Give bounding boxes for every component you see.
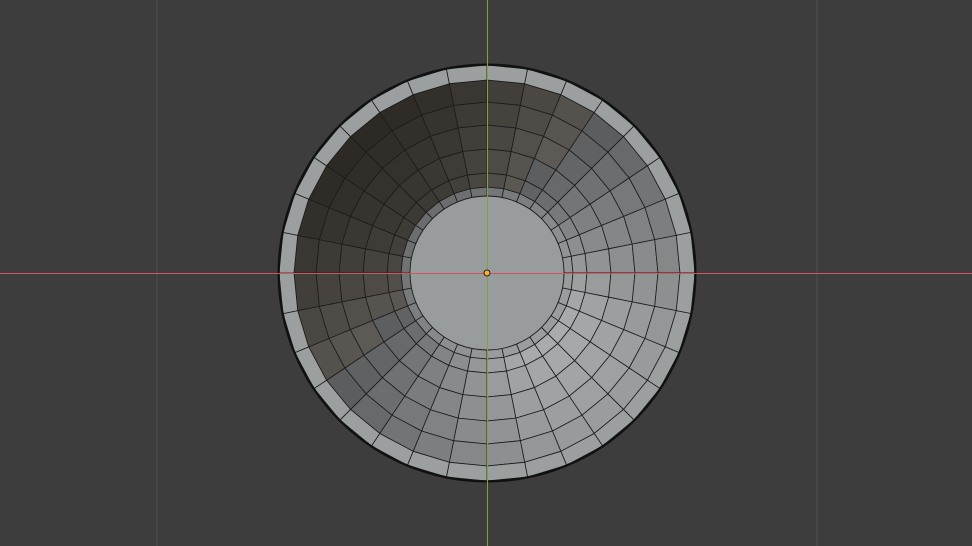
mesh-face[interactable] (467, 356, 488, 374)
viewport-canvas[interactable] (0, 0, 972, 546)
mesh-face[interactable] (462, 148, 488, 176)
mesh-face[interactable] (448, 440, 488, 467)
mesh-face[interactable] (608, 272, 636, 303)
mesh-face[interactable] (315, 239, 343, 274)
mesh-face[interactable] (570, 253, 588, 274)
mesh-face[interactable] (608, 243, 636, 274)
mesh-face[interactable] (654, 272, 681, 312)
mesh-face[interactable] (315, 272, 343, 307)
mesh-face[interactable] (448, 79, 488, 106)
mesh-face[interactable] (486, 356, 507, 374)
mesh-face[interactable] (467, 172, 488, 190)
3d-viewport[interactable] (0, 0, 972, 546)
mesh-face[interactable] (386, 272, 404, 293)
mesh-face[interactable] (293, 234, 320, 274)
mesh-face[interactable] (338, 272, 366, 303)
mesh-face[interactable] (486, 172, 507, 190)
mesh-face[interactable] (486, 394, 517, 422)
mesh-face[interactable] (486, 79, 526, 106)
origin-marker[interactable] (483, 269, 491, 277)
mesh-face[interactable] (486, 440, 526, 467)
mesh-face[interactable] (453, 417, 488, 445)
mesh-face[interactable] (486, 124, 517, 152)
mesh-face[interactable] (570, 272, 588, 293)
mesh-face[interactable] (486, 101, 521, 129)
mesh-face[interactable] (631, 239, 659, 274)
mesh-face[interactable] (457, 124, 488, 152)
mesh-face[interactable] (654, 234, 681, 274)
mesh-face[interactable] (486, 370, 512, 398)
mesh-face[interactable] (631, 272, 659, 307)
mesh-face[interactable] (386, 253, 404, 274)
object-origin-icon[interactable] (483, 269, 491, 277)
mesh-face[interactable] (453, 101, 488, 129)
mesh-face[interactable] (457, 394, 488, 422)
mesh-face[interactable] (293, 272, 320, 312)
mesh-face[interactable] (584, 248, 612, 274)
mesh-face[interactable] (362, 272, 390, 298)
mesh-face[interactable] (338, 243, 366, 274)
mesh-face[interactable] (486, 417, 521, 445)
